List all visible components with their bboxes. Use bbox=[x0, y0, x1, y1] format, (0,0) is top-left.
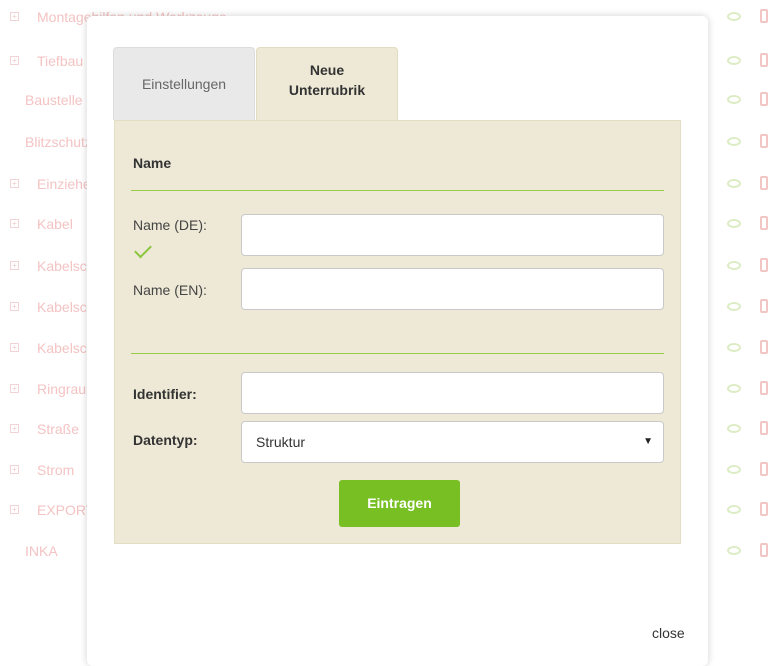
trash-icon bbox=[760, 421, 768, 435]
eye-icon bbox=[727, 12, 741, 21]
trash-icon bbox=[760, 258, 768, 272]
modal-dialog: Einstellungen Neue Unterrubrik Name Name … bbox=[87, 16, 708, 666]
trash-icon bbox=[760, 340, 768, 354]
datatype-selected-value: Struktur bbox=[256, 434, 306, 450]
background-list-label: EXPORT bbox=[37, 502, 95, 518]
eye-icon bbox=[727, 179, 741, 188]
divider bbox=[131, 190, 664, 191]
trash-icon bbox=[760, 543, 768, 557]
eye-icon bbox=[727, 546, 741, 555]
eye-icon bbox=[727, 302, 741, 311]
tab-neue-unterrubrik-label: Neue Unterrubrik bbox=[288, 62, 366, 98]
expand-icon: + bbox=[10, 343, 19, 352]
expand-icon: + bbox=[10, 12, 19, 21]
datatype-label: Datentyp: bbox=[133, 432, 198, 448]
trash-icon bbox=[760, 216, 768, 230]
eye-icon bbox=[727, 384, 741, 393]
background-list-label: Strom bbox=[37, 462, 75, 478]
eye-icon bbox=[727, 261, 741, 270]
eye-icon bbox=[727, 137, 741, 146]
trash-icon bbox=[760, 176, 768, 190]
expand-icon: + bbox=[10, 56, 19, 65]
trash-icon bbox=[760, 462, 768, 476]
eye-icon bbox=[727, 505, 741, 514]
trash-icon bbox=[760, 53, 768, 67]
dropdown-arrow-icon: ▼ bbox=[643, 436, 653, 447]
divider bbox=[131, 353, 664, 354]
expand-icon: + bbox=[10, 302, 19, 311]
trash-icon bbox=[760, 299, 768, 313]
expand-icon: + bbox=[10, 384, 19, 393]
background-list-label: Blitzschutz bbox=[25, 134, 92, 150]
datatype-select[interactable]: Struktur ▼ bbox=[241, 421, 664, 463]
tab-neue-unterrubrik[interactable]: Neue Unterrubrik bbox=[256, 47, 398, 121]
close-button[interactable]: close bbox=[652, 625, 685, 641]
check-icon bbox=[134, 240, 152, 259]
trash-icon bbox=[760, 381, 768, 395]
section-title: Name bbox=[133, 155, 172, 171]
background-list-label: INKA bbox=[25, 543, 58, 559]
identifier-label: Identifier: bbox=[133, 386, 197, 402]
trash-icon bbox=[760, 134, 768, 148]
expand-icon: + bbox=[10, 261, 19, 270]
eintragen-button[interactable]: Eintragen bbox=[339, 480, 460, 527]
trash-icon bbox=[760, 9, 768, 23]
expand-icon: + bbox=[10, 465, 19, 474]
tab-einstellungen[interactable]: Einstellungen bbox=[113, 47, 255, 120]
eye-icon bbox=[727, 56, 741, 65]
name-de-input[interactable] bbox=[241, 214, 664, 256]
expand-icon: + bbox=[10, 424, 19, 433]
name-en-label: Name (EN): bbox=[133, 282, 207, 298]
background-list-label: Tiefbau bbox=[37, 53, 84, 69]
expand-icon: + bbox=[10, 505, 19, 514]
background-list-label: Straße bbox=[37, 421, 80, 437]
expand-icon: + bbox=[10, 179, 19, 188]
eye-icon bbox=[727, 465, 741, 474]
eye-icon bbox=[727, 219, 741, 228]
background-list-label: Kabel bbox=[37, 216, 73, 232]
trash-icon bbox=[760, 502, 768, 516]
name-de-label: Name (DE): bbox=[133, 217, 207, 233]
identifier-input[interactable] bbox=[241, 372, 664, 414]
eye-icon bbox=[727, 343, 741, 352]
eye-icon bbox=[727, 95, 741, 104]
form-panel: Name Name (DE): Name (EN): Identifier: D… bbox=[114, 120, 681, 544]
name-en-input[interactable] bbox=[241, 268, 664, 310]
eye-icon bbox=[727, 424, 741, 433]
trash-icon bbox=[760, 92, 768, 106]
expand-icon: + bbox=[10, 219, 19, 228]
background-list-label: Baustelle bbox=[25, 92, 83, 108]
